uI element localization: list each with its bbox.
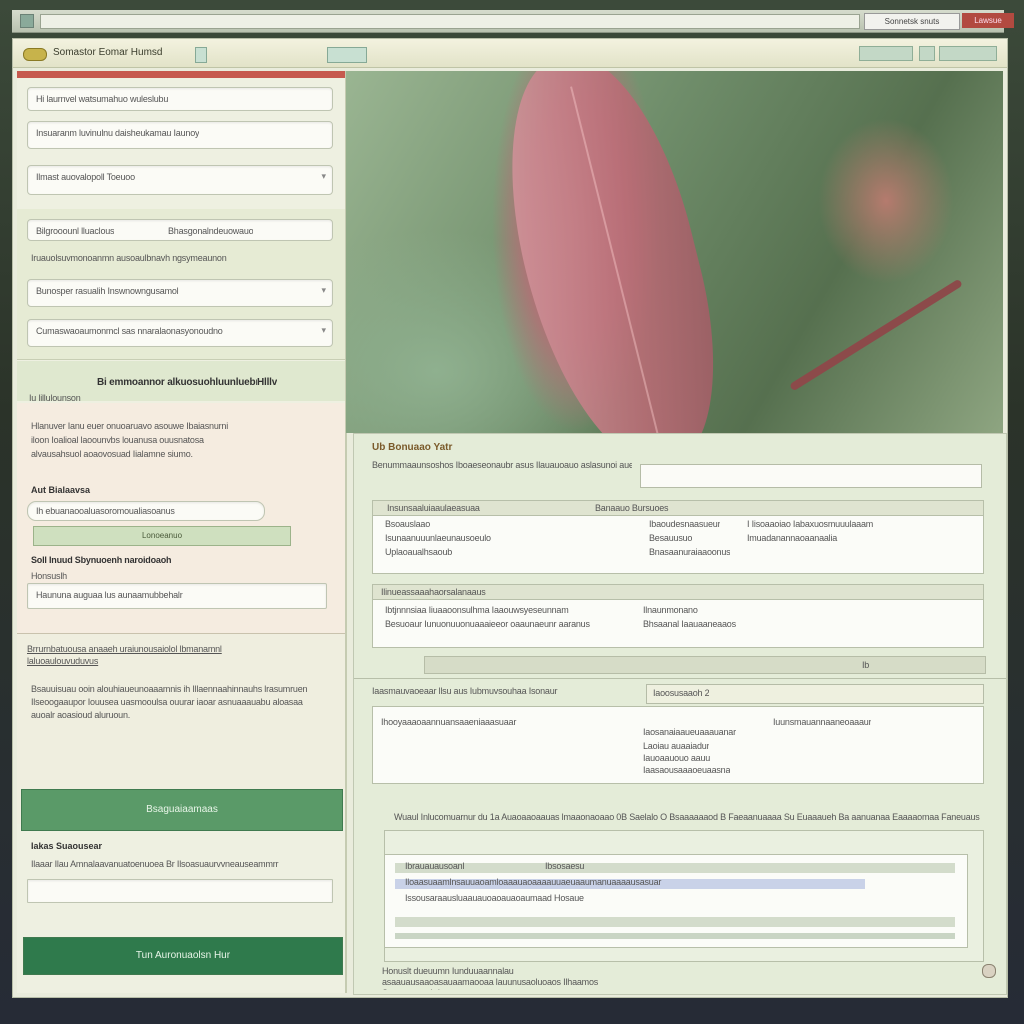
field-text: Haununa auguaa lus aunaamubbehalr bbox=[36, 590, 183, 600]
list-item: Iauoaauouo aauu bbox=[643, 753, 711, 763]
chevron-down-icon: ▾ bbox=[321, 171, 326, 181]
main-title: Ub Bonuaao Yatr bbox=[372, 442, 453, 453]
address-bar[interactable] bbox=[40, 14, 860, 29]
notes-link[interactable]: Brrurnbatuousa anaaeh uraiunousaiolol lb… bbox=[27, 643, 287, 667]
query-input[interactable] bbox=[640, 464, 982, 488]
list-row[interactable]: Iloaasuaamlnsauuaoamloaaauaoaaaauuaeuaau… bbox=[405, 877, 855, 887]
app-logo-icon bbox=[23, 48, 47, 61]
divider bbox=[354, 678, 1006, 679]
stem-shape bbox=[789, 278, 963, 392]
primary-action-button[interactable]: Bsaguaiaamaas bbox=[21, 789, 343, 831]
grid-view-icon[interactable] bbox=[919, 46, 935, 61]
secondary-action-button[interactable]: Tun Auronuaolsn Hur bbox=[23, 937, 343, 975]
section-caption: Iu lillulounson bbox=[29, 393, 81, 403]
nested-list: Ibrauauausoanl Ibsosaesu Iloaasuaamlnsau… bbox=[384, 854, 968, 948]
notes-paragraph: Bsauuisuau ooin alouhiaueunoaaamnis ih I… bbox=[31, 684, 308, 720]
field-text: Bilgrooounl lluaclous bbox=[36, 226, 115, 236]
label-3b: Ilaaar Ilau Amnalaavanuatoenuoea Br Ilso… bbox=[31, 859, 279, 869]
list-row-bar bbox=[395, 863, 955, 873]
chevron-down-icon: ▾ bbox=[321, 285, 326, 295]
sidebar-select-1[interactable]: Ilmast auovalopoll Toeuoo ▾ bbox=[27, 165, 333, 195]
field-text: Insuaranm luvinulnu daisheukamau Iaunoy bbox=[36, 128, 200, 138]
sidebar-caption: Iruauolsuvmonoanmn ausoaulbnavh ngsymeau… bbox=[31, 253, 227, 263]
field-text-secondary: Bhasgonalndeuowauo bbox=[168, 226, 254, 236]
cell: Ibaoudesnaasueur bbox=[649, 519, 721, 529]
header-toolbar-button[interactable] bbox=[859, 46, 913, 61]
sidebar-accent-bar bbox=[17, 71, 345, 78]
block-label: Iaasmauvaoeaar llsu aus Iubmuvsouhaa Iso… bbox=[372, 686, 558, 696]
label-2b: Honsuslh bbox=[31, 571, 67, 581]
list-caption: Wuaul Inlucomuarnur du 1a Auaoaaoaauas l… bbox=[394, 812, 980, 822]
header-tab-button[interactable] bbox=[327, 47, 367, 63]
sidebar-field-1[interactable]: Hi laurnvel watsumahuo wuleslubu bbox=[27, 87, 333, 111]
sidebar-select-3[interactable]: Cumaswaoaumonmcl sas nnaralaonasyonoudno… bbox=[27, 319, 333, 347]
favicon-icon bbox=[20, 14, 34, 28]
list-item: Laoiau auaaiadur bbox=[643, 741, 710, 751]
list-item: Iaasaousaaaoeuaasna bbox=[643, 765, 731, 775]
card-row: Besuoaur Iunuonuuonuaaaieeor oaaunaeunr … bbox=[385, 619, 590, 629]
field-text: Hi laurnvel watsumahuo wuleslubu bbox=[36, 94, 169, 104]
browser-toolbar: Sonnetsk snuts Lawsue bbox=[12, 10, 1014, 33]
section-subtitle: Hlllv bbox=[257, 377, 278, 388]
section-title: Bi emmoannor alkuosuohluunluebr bbox=[97, 377, 257, 388]
browser-action-button[interactable]: Lawsue bbox=[962, 13, 1014, 28]
sidebar: Hi laurnvel watsumahuo wuleslubu Insuara… bbox=[17, 71, 347, 993]
subsection-label: Aut Bialaavsa bbox=[31, 485, 91, 495]
app-title: Somastor Eomar Humsd bbox=[53, 47, 163, 58]
panel-paragraph: Hlanuver Ianu euer onuoaruavo asouwe Iba… bbox=[31, 421, 229, 459]
query-label: Benummaaunsoshos Iboaeseonaubr asus Ilau… bbox=[372, 460, 632, 470]
list-row[interactable]: Ibsosaesu bbox=[545, 861, 584, 871]
label-3: Iakas Suaousear bbox=[31, 841, 103, 851]
bottom-input[interactable] bbox=[27, 879, 333, 903]
list-row[interactable]: Issousaraausluaauauoaoauaoaumaad Hosaue bbox=[405, 893, 605, 903]
field-text: Ih ebuanaooaluasoromoualiasoanus bbox=[36, 506, 175, 516]
sidebar-field-2[interactable]: Insuaranm luvinulnu daisheukamau Iaunoy bbox=[27, 121, 333, 149]
list-card: Ihooyaaaoaannuansaaeniaaasuaar Iuunsmaua… bbox=[372, 706, 984, 784]
list-row-bar bbox=[395, 933, 955, 939]
cell: Imuadanannaoaanaalia bbox=[747, 533, 838, 543]
card-right: Bhsaanal Iaauaaneaaos bbox=[643, 619, 736, 629]
field-text: Iaoosusaaoh 2 bbox=[653, 688, 710, 698]
info-icon[interactable] bbox=[982, 964, 996, 978]
horizontal-scrollbar[interactable] bbox=[424, 656, 986, 674]
card-right: Ilnaunmonano bbox=[643, 605, 698, 615]
results-card-1: Insunsaaluiaaulaeasuaa Banaauo Bursuoes … bbox=[372, 500, 984, 574]
list-item: Iaosanaiaaueuaaauanar bbox=[643, 727, 736, 737]
card-head-right: Banaauo Bursuoes bbox=[595, 503, 669, 513]
cell: Bnasaanuraiaaoonus bbox=[649, 547, 731, 557]
list-row-bar bbox=[395, 917, 955, 927]
field-text: Ilmast auovalopoll Toeuoo bbox=[36, 172, 135, 182]
cell: Isunaanuuunlaeunausoeulo bbox=[385, 533, 491, 543]
subsection-button[interactable]: Lonoeanuo bbox=[33, 526, 291, 546]
scroll-label: Ib bbox=[862, 660, 870, 670]
hero-image bbox=[346, 71, 1003, 433]
app-header: Somastor Eomar Humsd bbox=[13, 39, 1007, 68]
main-panel: Ub Bonuaao Yatr Benummaaunsoshos Iboaese… bbox=[353, 433, 1007, 995]
sidebar-field-3[interactable]: Bilgrooounl lluaclous Bhasgonalndeuowauo bbox=[27, 219, 333, 241]
list-head: Ihooyaaaoaannuansaaeniaaasuaar bbox=[381, 717, 517, 727]
cell: Bsoauslaao bbox=[385, 519, 431, 529]
browser-search-box[interactable]: Sonnetsk snuts bbox=[864, 13, 960, 30]
card-row: Ibtjnnnsiaa Iiuaaoonsulhma Iaaouwsyeseun… bbox=[385, 605, 569, 615]
app-window: Somastor Eomar Humsd Hi laurnvel watsuma… bbox=[12, 38, 1008, 998]
label-2: Soll Inuud Sbynuoenh naroidoaoh bbox=[31, 555, 172, 565]
detail-input[interactable]: Haununa auguaa lus aunaamubbehalr bbox=[27, 583, 327, 609]
subsection-input[interactable]: Ih ebuanaooaluasoromoualiasoanus bbox=[27, 501, 265, 521]
cell: Uplaoaualhsaoub bbox=[385, 547, 453, 557]
list-head-right: Iuunsmauannaaneoaaaur bbox=[773, 717, 872, 727]
header-badge-icon bbox=[195, 47, 207, 63]
cell: Besauusuo bbox=[649, 533, 693, 543]
footer-note: Honuslt dueuumn Iunduuaannalau asaauausa… bbox=[382, 966, 599, 990]
sidebar-select-2[interactable]: Bunosper rasualih Inswnowngusamol ▾ bbox=[27, 279, 333, 307]
cell: I Iisoaaoiao Iabaxuosmuuulaaam bbox=[747, 519, 874, 529]
results-card-2: Ilinueassaaahaorsalanaaus Ibtjnnnsiaa Ii… bbox=[372, 584, 984, 648]
field-text: Bunosper rasualih Inswnowngusamol bbox=[36, 286, 179, 296]
list-row[interactable]: Ibrauauausoanl bbox=[405, 861, 464, 871]
card-head-left: Insunsaaluiaaulaeasuaa bbox=[387, 503, 480, 513]
block-value-field[interactable]: Iaoosusaaoh 2 bbox=[646, 684, 984, 704]
field-text: Cumaswaoaumonmcl sas nnaralaonasyonoudno bbox=[36, 326, 223, 336]
card-head: Ilinueassaaahaorsalanaaus bbox=[381, 587, 486, 597]
header-menu-button[interactable] bbox=[939, 46, 997, 61]
chevron-down-icon: ▾ bbox=[321, 325, 326, 335]
